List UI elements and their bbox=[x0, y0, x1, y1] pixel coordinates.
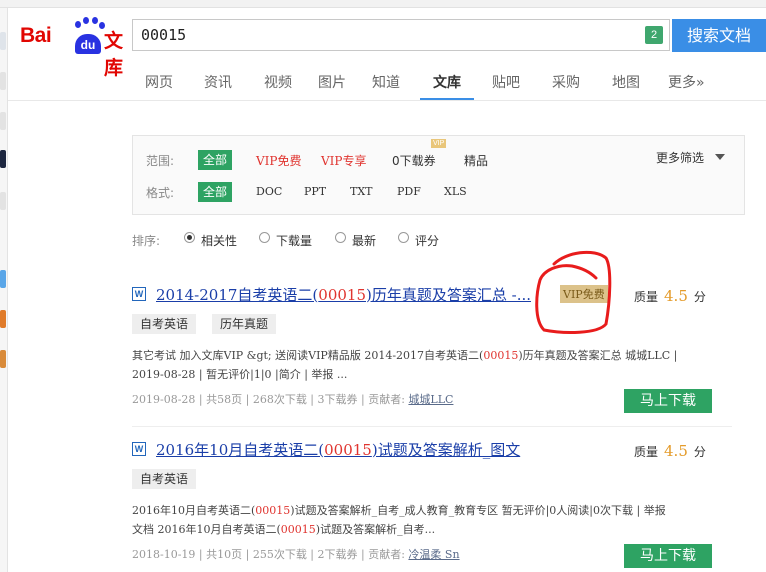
sort-downloads-radio[interactable] bbox=[259, 232, 270, 243]
sort-downloads[interactable]: 下载量 bbox=[276, 232, 312, 249]
author-link[interactable]: 城城LLC bbox=[408, 393, 453, 406]
quality-rating: 质量 4.5 分 bbox=[634, 442, 706, 460]
nav-item-caigou[interactable]: 采购 bbox=[552, 72, 580, 92]
result-divider bbox=[132, 426, 732, 427]
nav-item-web[interactable]: 网页 bbox=[145, 72, 173, 92]
download-button[interactable]: 马上下载 bbox=[624, 389, 712, 413]
scope-vip-exclusive[interactable]: VIP专享 bbox=[321, 152, 366, 169]
download-button[interactable]: 马上下载 bbox=[624, 544, 712, 568]
sidebar-app-icon[interactable] bbox=[0, 310, 6, 328]
scope-all[interactable]: 全部 bbox=[198, 150, 233, 170]
result-title-link[interactable]: 2014-2017自考英语二(00015)历年真题及答案汇总 -... bbox=[156, 284, 531, 305]
sidebar-app-icon[interactable] bbox=[0, 112, 6, 130]
result-meta: 2019-08-28 | 共58页 | 268次下载 | 3下载券 | 贡献者:… bbox=[132, 393, 454, 406]
result-description: 其它考试 加入文库VIP &gt; 送阅读VIP精品版 2014-2017自考英… bbox=[132, 349, 678, 381]
sort-relevance-radio[interactable] bbox=[184, 232, 195, 243]
format-txt[interactable]: TXT bbox=[350, 185, 373, 198]
search-count-badge: 2 bbox=[645, 26, 663, 44]
sort-label: 排序: bbox=[132, 234, 161, 248]
format-all[interactable]: 全部 bbox=[198, 182, 233, 202]
sidebar-app-icon[interactable] bbox=[0, 32, 6, 50]
quality-rating: 质量 4.5 分 bbox=[634, 287, 706, 305]
baidu-wenku-logo[interactable]: Bai du 文库 bbox=[20, 14, 130, 79]
search-button[interactable]: 搜索文档 bbox=[672, 19, 766, 52]
result-tag[interactable]: 历年真题 bbox=[212, 314, 277, 334]
format-label: 格式: bbox=[146, 186, 175, 200]
nav-item-more[interactable]: 更多» bbox=[668, 72, 705, 92]
browser-top-strip bbox=[0, 0, 766, 8]
sort-relevance[interactable]: 相关性 bbox=[201, 232, 237, 249]
word-doc-icon: W bbox=[132, 287, 146, 301]
result-title-link[interactable]: 2016年10月自考英语二(00015)试题及答案解析_图文 bbox=[156, 439, 520, 460]
chevron-down-icon[interactable] bbox=[715, 154, 725, 160]
logo-text-bai: Bai bbox=[20, 24, 52, 47]
result-tag[interactable]: 自考英语 bbox=[132, 314, 197, 334]
format-pdf[interactable]: PDF bbox=[397, 185, 421, 198]
paw-icon bbox=[92, 17, 98, 24]
nav-item-images[interactable]: 图片 bbox=[318, 72, 346, 92]
format-xls[interactable]: XLS bbox=[444, 185, 467, 198]
search-input[interactable] bbox=[133, 20, 649, 50]
sidebar-app-icon[interactable] bbox=[0, 192, 6, 210]
format-doc[interactable]: DOC bbox=[256, 185, 282, 198]
paw-icon bbox=[75, 21, 81, 28]
word-doc-icon: W bbox=[132, 442, 146, 456]
result-meta: 2018-10-19 | 共10页 | 255次下载 | 2下载券 | 贡献者:… bbox=[132, 548, 460, 561]
scope-vip-free[interactable]: VIP免费 bbox=[256, 152, 301, 169]
scope-zero-coupon[interactable]: 0下载券 bbox=[392, 152, 436, 169]
sort-rating[interactable]: 评分 bbox=[415, 232, 439, 249]
scope-premium[interactable]: 精品 bbox=[464, 152, 488, 169]
nav-item-video[interactable]: 视频 bbox=[264, 72, 292, 92]
format-ppt[interactable]: PPT bbox=[304, 185, 326, 198]
nav-item-wenku[interactable]: 文库 bbox=[433, 72, 461, 92]
more-filters[interactable]: 更多筛选 bbox=[656, 149, 704, 166]
search-box[interactable]: 2 bbox=[132, 19, 670, 51]
paw-icon bbox=[83, 17, 89, 24]
browser-sidebar bbox=[0, 8, 8, 572]
sort-newest-radio[interactable] bbox=[335, 232, 346, 243]
nav-item-tieba[interactable]: 贴吧 bbox=[492, 72, 520, 92]
nav-item-map[interactable]: 地图 bbox=[612, 72, 640, 92]
scope-label: 范围: bbox=[146, 154, 175, 168]
sidebar-app-icon[interactable] bbox=[0, 350, 6, 368]
nav-item-zhidao[interactable]: 知道 bbox=[372, 72, 400, 92]
sort-bar: 排序: 相关性 下载量 最新 评分 bbox=[132, 230, 532, 250]
nav-item-news[interactable]: 资讯 bbox=[204, 72, 232, 92]
nav-divider bbox=[8, 100, 766, 101]
logo-text-wenku: 文库 bbox=[104, 30, 124, 79]
logo-text-du: du bbox=[75, 34, 101, 54]
sort-rating-radio[interactable] bbox=[398, 232, 409, 243]
author-link[interactable]: 冷温柔 Sn bbox=[408, 548, 459, 561]
sidebar-app-icon[interactable] bbox=[0, 72, 6, 90]
result-description: 2016年10月自考英语二(00015)试题及答案解析_自考_成人教育_教育专区… bbox=[132, 504, 666, 536]
result-tag[interactable]: 自考英语 bbox=[132, 469, 197, 489]
sidebar-app-icon[interactable] bbox=[0, 270, 6, 288]
red-circle-annotation bbox=[535, 250, 612, 334]
sort-newest[interactable]: 最新 bbox=[352, 232, 376, 249]
sidebar-app-icon[interactable] bbox=[0, 150, 6, 168]
filter-panel: 范围: 全部 VIP免费 VIP专享 VIP 0下载券 精品 更多筛选 格式: … bbox=[132, 135, 745, 215]
vip-tag: VIP bbox=[431, 139, 447, 148]
